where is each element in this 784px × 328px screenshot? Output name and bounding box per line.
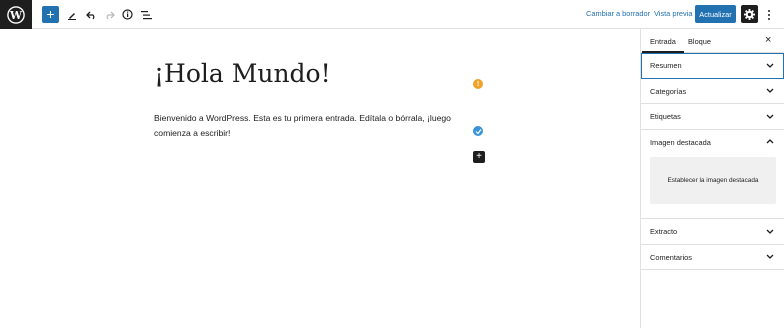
tab-block[interactable]: Bloque — [688, 37, 711, 46]
svg-text:W: W — [9, 9, 23, 22]
settings-button[interactable] — [741, 5, 758, 23]
panel-summary[interactable]: Resumen — [641, 53, 784, 79]
set-featured-image-button[interactable]: Establecer la imagen destacada — [650, 157, 776, 204]
panel-featured-image[interactable]: Imagen destacada — [641, 130, 784, 156]
panel-categories-title: Categorías — [650, 86, 687, 96]
panel-featured-image-title: Imagen destacada — [650, 137, 711, 147]
gear-icon — [744, 8, 755, 20]
editor-header: W + Cambiar a borrador Vista previa Actu… — [0, 0, 784, 29]
add-block-button[interactable]: + — [42, 6, 59, 23]
warning-badge[interactable]: ! — [473, 79, 483, 89]
plus-icon: + — [46, 6, 55, 22]
check-icon — [475, 128, 481, 134]
update-button[interactable]: Actualizar — [695, 5, 736, 23]
post-title[interactable]: ¡Hola Mundo! — [154, 59, 331, 88]
plus-icon: + — [476, 151, 482, 162]
info-icon — [121, 9, 133, 20]
chevron-down-icon — [765, 252, 775, 262]
undo-button[interactable] — [85, 6, 97, 23]
more-options-button[interactable] — [764, 7, 774, 22]
switch-to-draft-link[interactable]: Cambiar a borrador — [586, 9, 650, 18]
wordpress-icon: W — [7, 5, 25, 24]
panel-categories[interactable]: Categorías — [641, 79, 784, 104]
close-sidebar-button[interactable]: × — [765, 34, 771, 46]
undo-icon — [85, 11, 94, 19]
wordpress-logo-button[interactable]: W — [0, 0, 32, 29]
list-view-icon — [140, 10, 152, 19]
status-badge[interactable] — [473, 126, 483, 136]
featured-image-body: Establecer la imagen destacada — [641, 155, 784, 219]
chevron-down-icon — [765, 86, 775, 96]
panel-excerpt[interactable]: Extracto — [641, 219, 784, 245]
chevron-up-icon — [765, 137, 775, 147]
editor-canvas[interactable]: ¡Hola Mundo! Bienvenido a WordPress. Est… — [0, 29, 640, 328]
details-button[interactable] — [121, 6, 133, 23]
panel-tags-title: Etiquetas — [650, 112, 681, 121]
more-vertical-icon — [768, 9, 770, 12]
panel-comments-title: Comentarios — [650, 252, 692, 262]
chevron-down-icon — [765, 226, 775, 236]
redo-button[interactable] — [103, 6, 115, 23]
sidebar-tabs: Entrada Bloque × — [641, 29, 784, 53]
chevron-down-icon — [765, 111, 775, 121]
panel-comments[interactable]: Comentarios — [641, 245, 784, 270]
list-view-button[interactable] — [140, 6, 152, 23]
settings-sidebar: Entrada Bloque × Resumen Categorías Etiq… — [640, 29, 784, 328]
pencil-icon — [68, 12, 76, 20]
alert-icon: ! — [476, 80, 480, 88]
close-icon: × — [765, 34, 772, 46]
paragraph-block[interactable]: Bienvenido a WordPress. Esta es tu prime… — [154, 111, 472, 141]
redo-icon — [106, 11, 115, 19]
panel-excerpt-title: Extracto — [650, 227, 678, 236]
preview-link[interactable]: Vista previa — [654, 9, 692, 18]
panel-summary-title: Resumen — [650, 61, 682, 70]
tools-button[interactable] — [66, 6, 78, 23]
tab-post[interactable]: Entrada — [642, 37, 684, 53]
block-inserter-button[interactable]: + — [473, 151, 485, 163]
panel-tags[interactable]: Etiquetas — [641, 104, 784, 130]
chevron-down-icon — [765, 60, 775, 70]
